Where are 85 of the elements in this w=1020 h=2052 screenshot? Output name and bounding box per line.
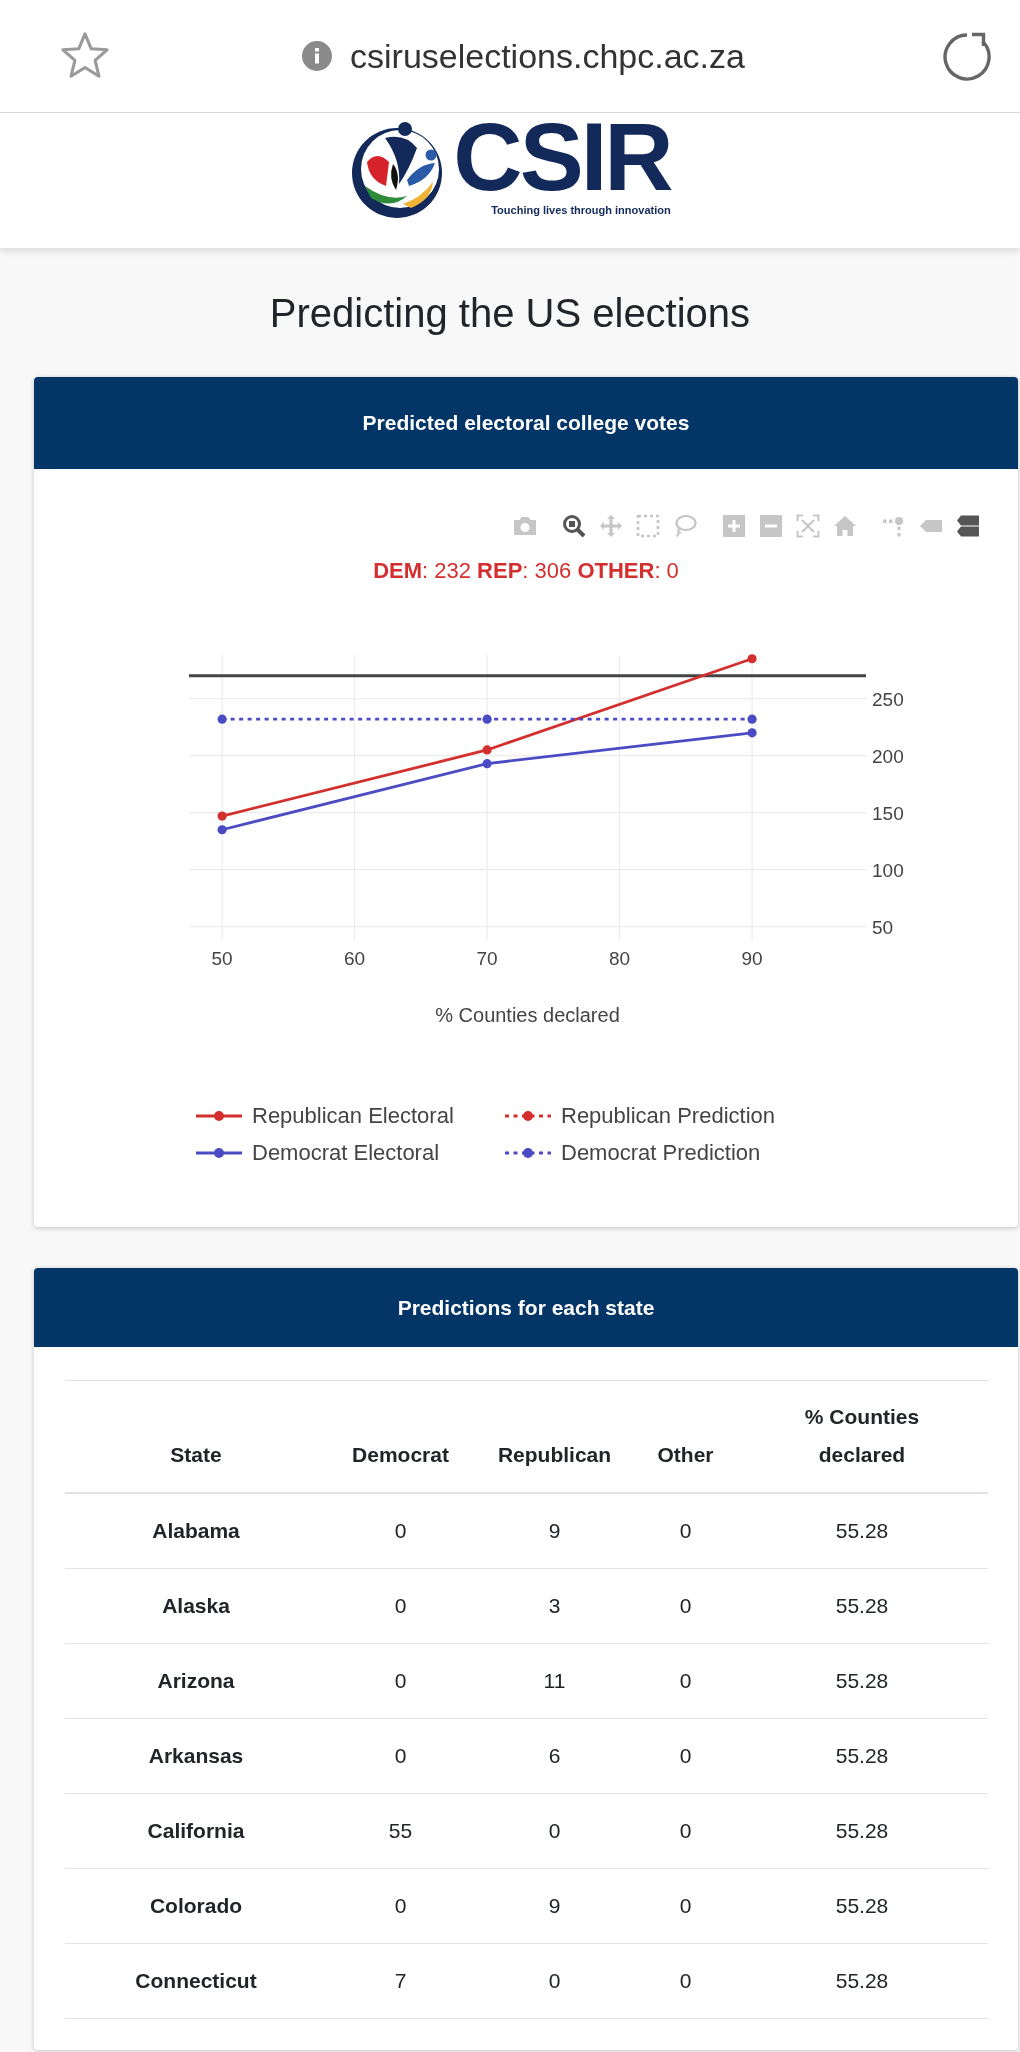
axis-title: % Counties declared [435, 1004, 620, 1026]
table-cell: 0 [327, 1568, 474, 1643]
table-cell: 55.28 [736, 1643, 988, 1718]
vote-summary: DEM: 232 REP: 306 OTHER: 0 [372, 557, 680, 585]
table-cell: 55.28 [736, 1492, 988, 1568]
page-title: Predicting the US elections [268, 290, 752, 337]
legend-label[interactable]: Democrat Prediction [561, 1139, 761, 1166]
table-cell: 9 [474, 1868, 635, 1943]
zoom-icon[interactable] [562, 514, 586, 538]
box-select-icon[interactable] [636, 514, 660, 538]
table-cell: 55.28 [736, 1718, 988, 1793]
zoom-out-icon[interactable] [759, 514, 783, 538]
table-cell: 55.28 [736, 1793, 988, 1868]
table-cell: 11 [474, 1643, 635, 1718]
axis-tick-label: 100 [872, 859, 904, 881]
table-cell: 0 [635, 1492, 736, 1568]
axis-tick-label: 250 [872, 688, 904, 710]
table-cell: California [65, 1793, 327, 1868]
table-cell: 55 [327, 1793, 474, 1868]
table-cell: Arkansas [65, 1718, 327, 1793]
table-cell: Connecticut [65, 1943, 327, 2018]
table-cell: 0 [327, 1718, 474, 1793]
info-icon[interactable] [302, 41, 332, 71]
legend-label[interactable]: Democrat Electoral [252, 1139, 440, 1166]
table-cell: 9 [474, 1492, 635, 1568]
table-cell: 0 [327, 1643, 474, 1718]
table-cell: 7 [327, 1943, 474, 2018]
data-point [217, 825, 227, 835]
card-title: Predicted electoral college votes [362, 411, 690, 435]
axis-tick-label: 50 [211, 948, 233, 969]
table-cell: Alaska [65, 1568, 327, 1643]
camera-icon[interactable] [513, 514, 537, 538]
table-cell: 55.28 [736, 1943, 988, 2018]
axis-tick-label: 60 [344, 948, 366, 969]
table-cell: Colorado [65, 1868, 327, 1943]
data-point [217, 714, 227, 724]
table-cell: 0 [327, 1492, 474, 1568]
table-cell: 3 [474, 1568, 635, 1643]
data-point [747, 728, 757, 738]
card-title: Predictions for each state [397, 1295, 655, 1320]
axis-tick-label: 90 [741, 948, 763, 969]
data-point [482, 759, 492, 769]
axis-tick-label: 80 [609, 948, 631, 969]
lasso-icon[interactable] [673, 514, 697, 538]
table-cell: 0 [635, 1718, 736, 1793]
axis-tick-label: 150 [872, 802, 904, 824]
legend-label[interactable]: Republican Prediction [561, 1102, 776, 1129]
data-point [482, 714, 492, 724]
data-point [482, 745, 492, 755]
logo-wordmark: CSIR [453, 117, 671, 197]
column-header: Democrat [352, 1441, 449, 1468]
table-cell: 0 [474, 1943, 635, 2018]
column-header: Other [657, 1441, 714, 1468]
table-cell: 0 [474, 1793, 635, 1868]
pan-icon[interactable] [599, 514, 623, 538]
axis-tick-label: 200 [872, 745, 904, 767]
reload-icon[interactable] [941, 30, 993, 82]
data-point [747, 714, 757, 724]
table-cell: 0 [635, 1568, 736, 1643]
table-cell: 0 [635, 1793, 736, 1868]
table-cell: 0 [635, 1943, 736, 2018]
zoom-in-icon[interactable] [722, 514, 746, 538]
table-cell: Alabama [65, 1492, 327, 1568]
table-cell: 6 [474, 1718, 635, 1793]
column-header: Republican [497, 1441, 612, 1468]
table-cell: 55.28 [736, 1868, 988, 1943]
column-header: State [170, 1441, 222, 1468]
axis-tick-label: 50 [872, 916, 894, 938]
double-tag-icon[interactable] [956, 514, 980, 538]
table-cell: 0 [327, 1868, 474, 1943]
data-point [217, 811, 227, 821]
star-icon[interactable] [60, 31, 110, 81]
spike-lines-icon[interactable] [882, 514, 906, 538]
table-cell: 55.28 [736, 1568, 988, 1643]
legend-label[interactable]: Republican Electoral [252, 1102, 454, 1129]
table-cell: 0 [635, 1643, 736, 1718]
logo-tagline: Touching lives through innovation [491, 204, 671, 217]
table-cell: Arizona [65, 1643, 327, 1718]
autoscale-icon[interactable] [796, 514, 820, 538]
data-point [747, 654, 757, 664]
column-header: % Counties declared [803, 1403, 921, 1468]
axis-tick-label: 70 [476, 948, 498, 969]
home-icon[interactable] [833, 514, 857, 538]
table-cell: 0 [635, 1868, 736, 1943]
url-text[interactable]: csiruselections.chpc.ac.za [350, 36, 745, 76]
